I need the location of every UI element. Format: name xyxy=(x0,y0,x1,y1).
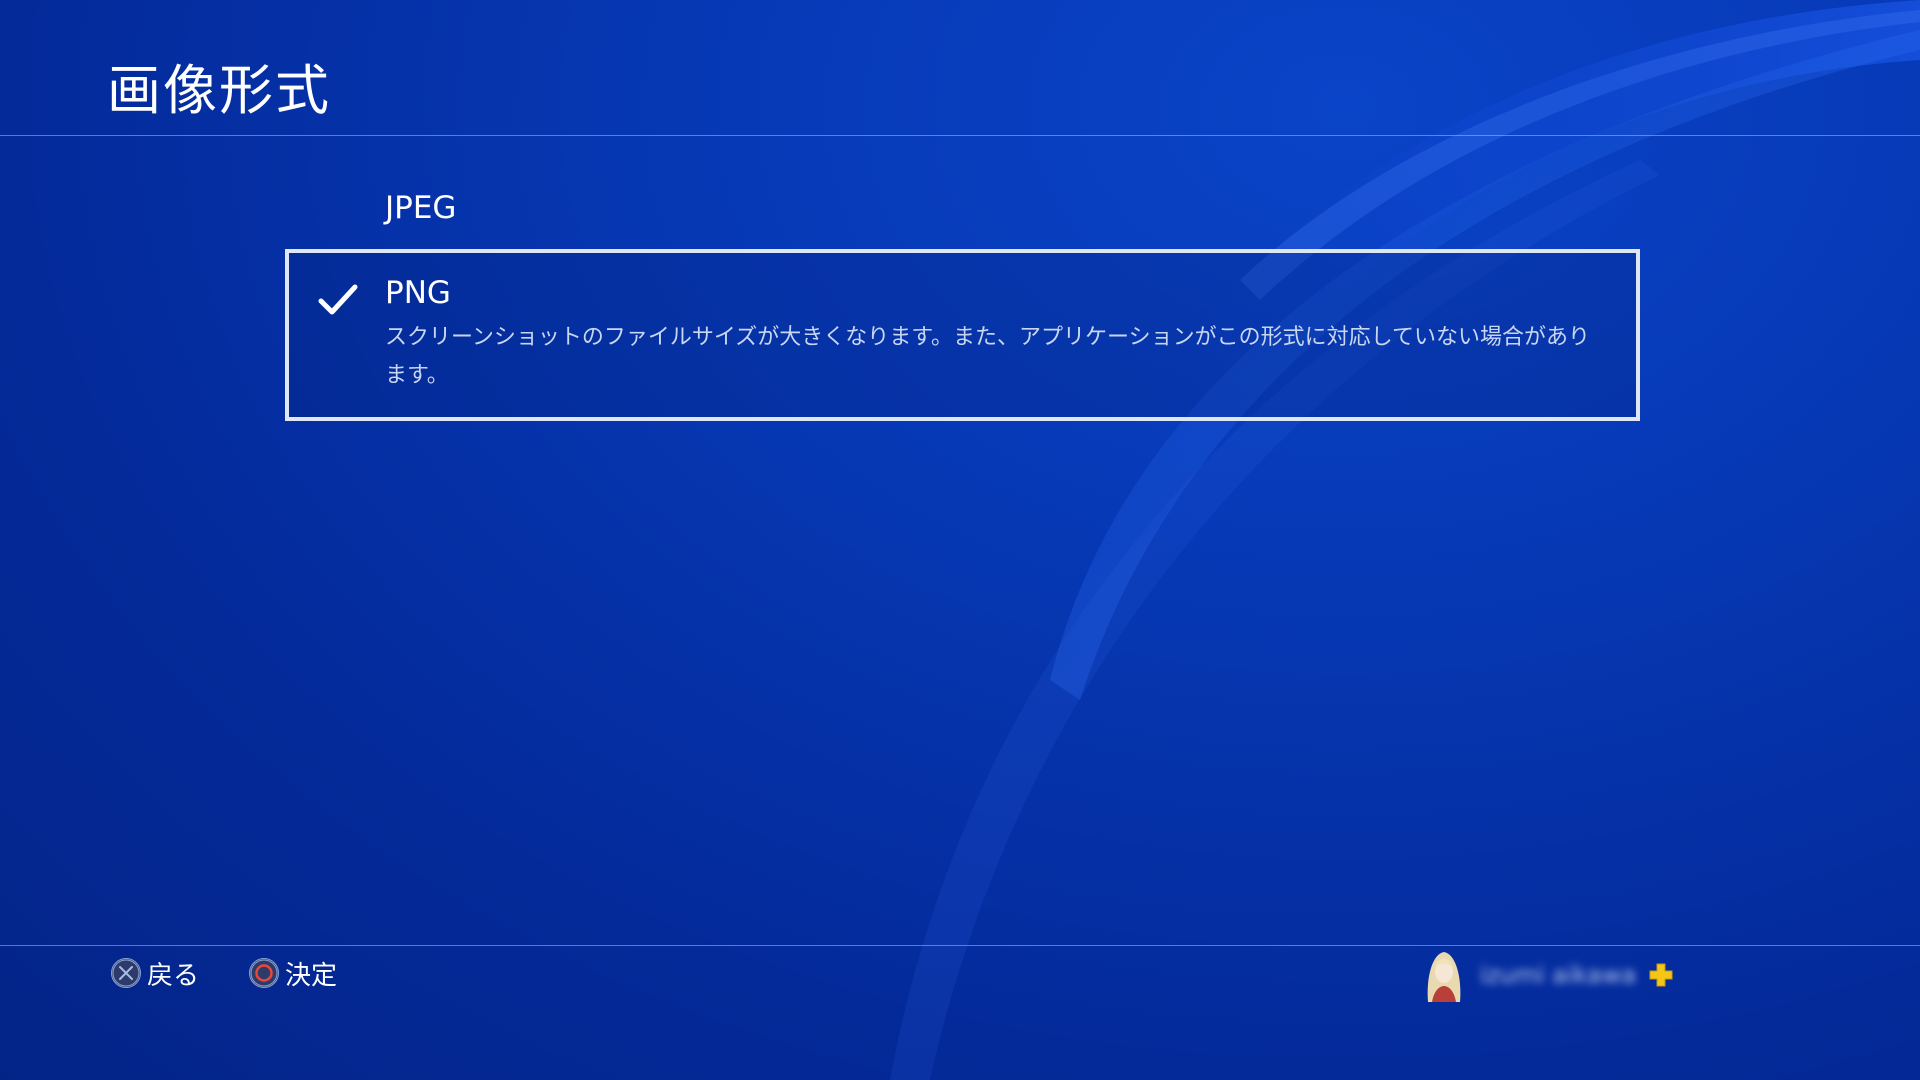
user-info: izumi aikawa xyxy=(1418,948,1674,1002)
page-title: 画像形式 xyxy=(107,59,331,122)
back-button[interactable]: 戻る xyxy=(111,956,200,991)
option-png-label: PNG xyxy=(385,275,451,311)
confirm-label: 決定 xyxy=(285,960,338,991)
background-swoosh xyxy=(890,0,1920,1080)
back-label: 戻る xyxy=(147,960,200,991)
circle-button-icon xyxy=(249,958,279,988)
option-jpeg-label: JPEG xyxy=(385,190,457,226)
header-divider xyxy=(0,135,1920,136)
username: izumi aikawa xyxy=(1480,961,1637,989)
option-jpeg[interactable]: JPEG xyxy=(285,186,1635,236)
option-png[interactable]: PNG スクリーンショットのファイルサイズが大きくなります。また、アプリケーショ… xyxy=(285,249,1640,421)
avatar xyxy=(1427,952,1461,1002)
checkmark-icon xyxy=(318,284,358,315)
confirm-button[interactable]: 決定 xyxy=(249,956,338,991)
playstation-plus-icon xyxy=(1649,963,1673,987)
cross-button-icon xyxy=(111,958,141,988)
option-png-description: スクリーンショットのファイルサイズが大きくなります。また、アプリケーションがこの… xyxy=(385,325,1590,388)
footer-divider xyxy=(0,945,1920,946)
